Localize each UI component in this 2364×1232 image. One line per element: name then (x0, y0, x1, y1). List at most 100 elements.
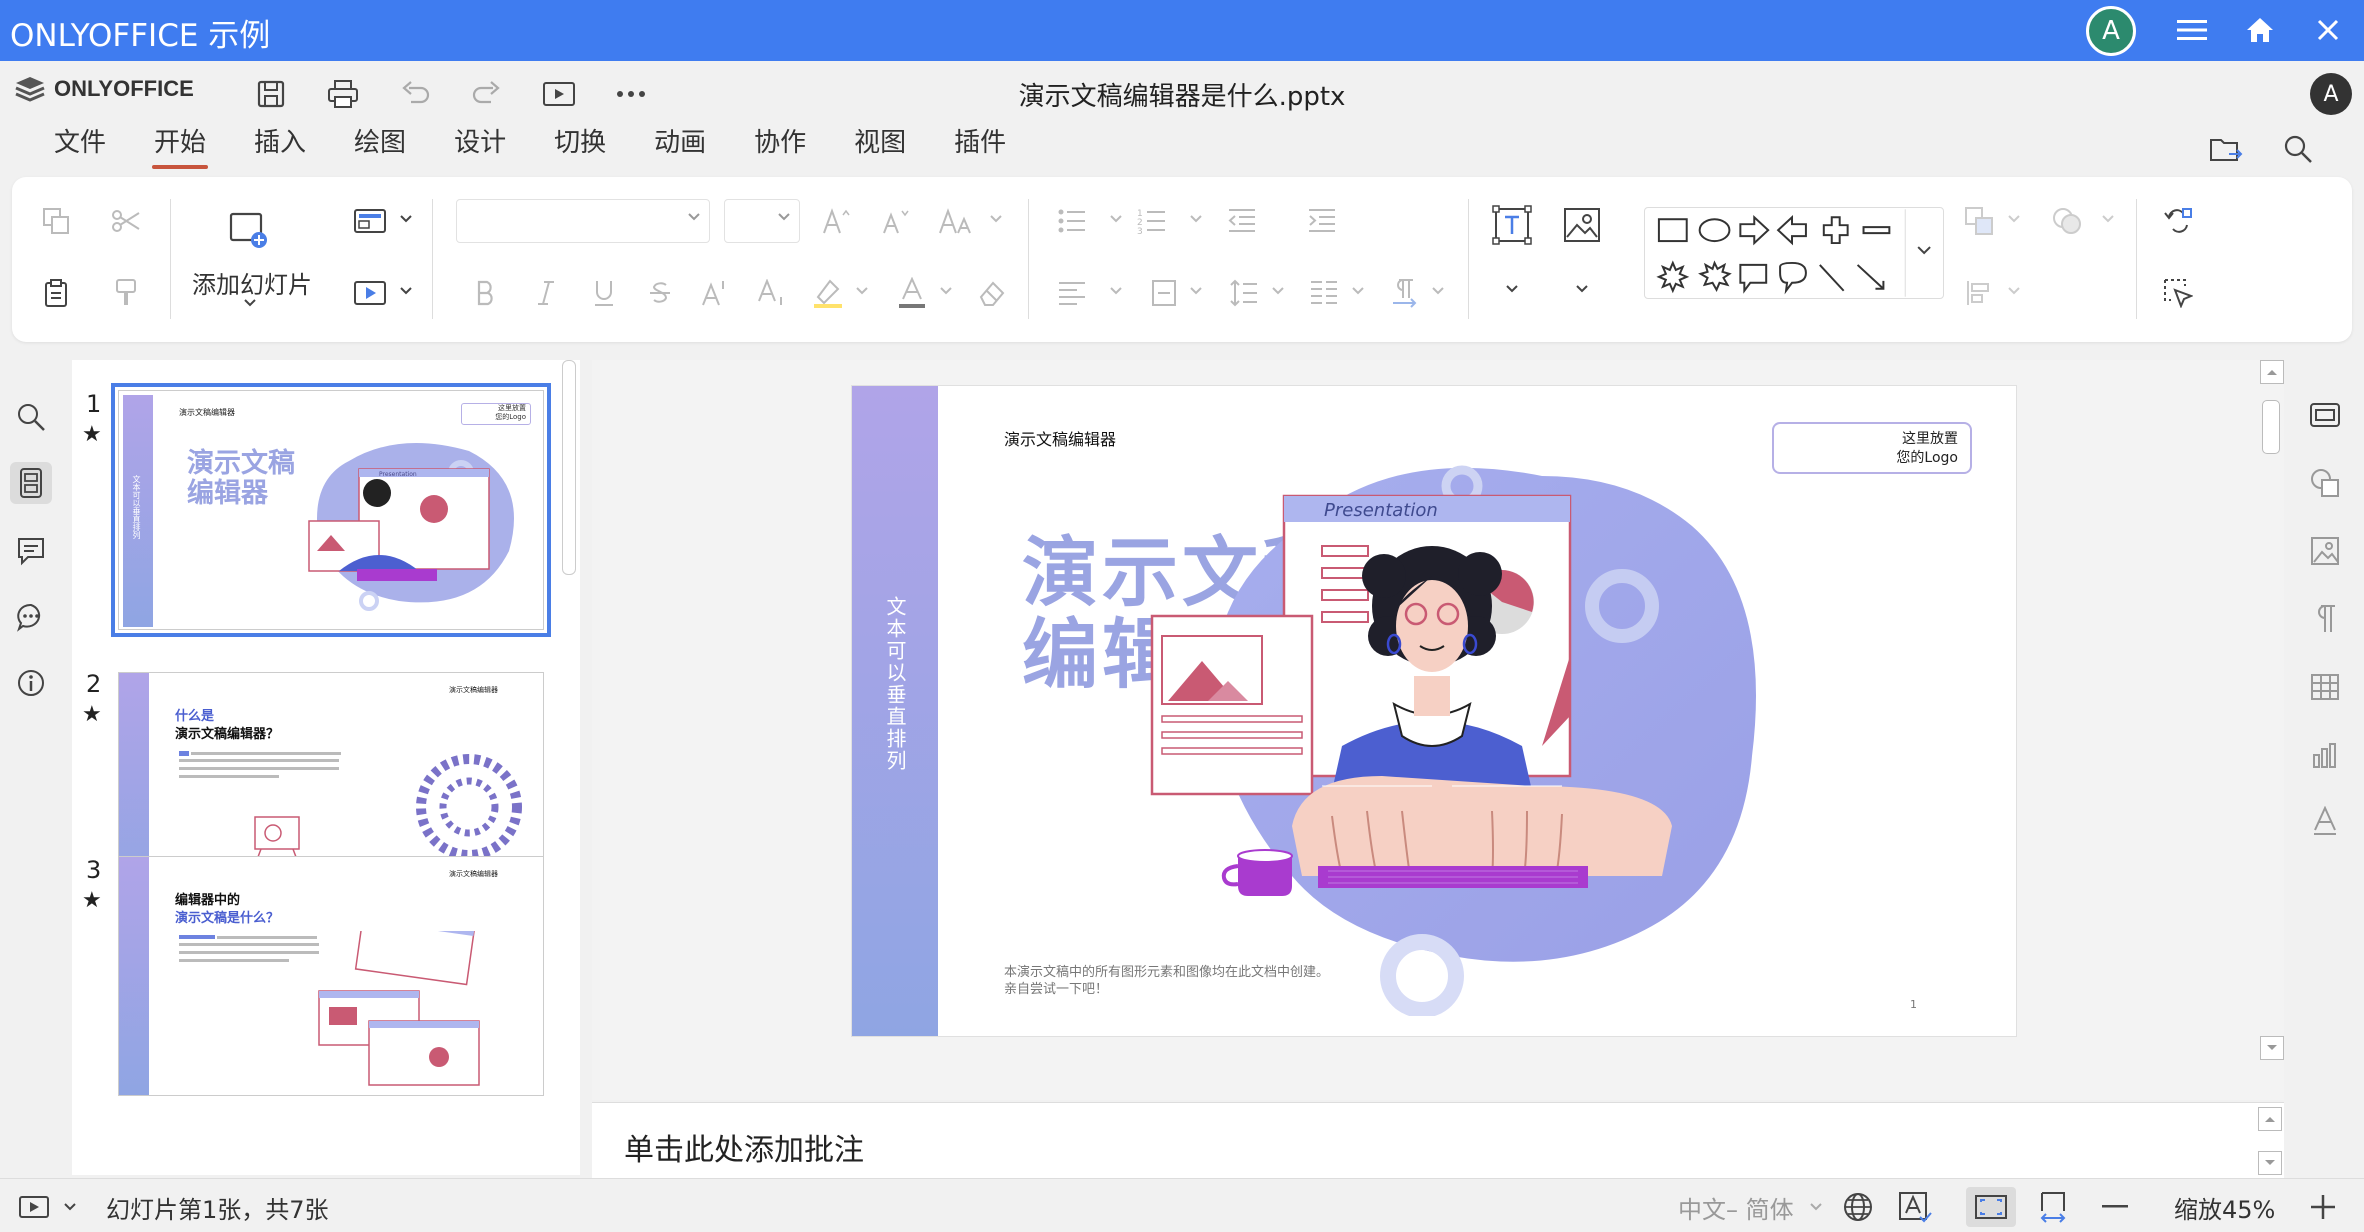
strikethrough-icon[interactable] (640, 273, 680, 313)
case-dropdown-icon[interactable] (988, 211, 1004, 227)
layout-dropdown-icon[interactable] (398, 211, 414, 227)
decrease-indent-icon[interactable] (1222, 201, 1262, 241)
tab-plugins[interactable]: 插件 (930, 123, 1030, 169)
language-dropdown-icon[interactable] (1810, 1187, 1822, 1227)
decrease-font-icon[interactable] (876, 201, 916, 241)
superscript-icon[interactable] (696, 273, 736, 313)
cut-icon[interactable] (106, 201, 146, 241)
tab-animation[interactable]: 动画 (630, 123, 730, 169)
tab-view[interactable]: 视图 (830, 123, 930, 169)
paste-icon[interactable] (36, 273, 76, 313)
columns-icon[interactable] (1304, 273, 1344, 313)
scroll-up-button[interactable] (2260, 360, 2284, 384)
font-size-select[interactable] (724, 199, 800, 243)
zoom-in-icon[interactable] (2310, 1187, 2336, 1227)
text-box-icon[interactable] (1488, 201, 1536, 249)
numbering-dropdown-icon[interactable] (1188, 211, 1204, 227)
group-dropdown-icon[interactable] (2100, 211, 2116, 227)
image-dropdown-icon[interactable] (1574, 281, 1590, 297)
slide-footer-text[interactable]: 本演示文稿中的所有图形元素和图像均在此文档中创建。 亲自尝试一下吧！ (1004, 964, 1329, 998)
tab-home[interactable]: 开始 (130, 123, 230, 169)
open-location-icon[interactable] (2204, 127, 2248, 171)
shapes-gallery[interactable] (1644, 207, 1944, 299)
tab-insert[interactable]: 插入 (230, 123, 330, 169)
globe-icon[interactable] (1842, 1187, 1874, 1227)
fit-width-icon[interactable] (2038, 1187, 2068, 1227)
bold-icon[interactable] (466, 273, 506, 313)
select-icon[interactable] (2158, 273, 2198, 313)
tab-draw[interactable]: 绘图 (330, 123, 430, 169)
tab-collaboration[interactable]: 协作 (730, 123, 830, 169)
fit-slide-icon[interactable] (1966, 1187, 2016, 1227)
search-icon[interactable] (2276, 127, 2320, 171)
add-slide-dropdown-icon[interactable] (242, 295, 258, 311)
vertical-align-dropdown-icon[interactable] (1188, 283, 1204, 299)
replace-icon[interactable] (2158, 201, 2198, 241)
chart-settings-icon[interactable] (2304, 734, 2346, 776)
tab-transitions[interactable]: 切换 (530, 123, 630, 169)
paragraph-settings-icon[interactable] (2304, 598, 2346, 640)
notes-placeholder[interactable]: 单击此处添加批注 (624, 1125, 864, 1169)
notes-scroll-up-button[interactable] (2258, 1107, 2282, 1131)
format-painter-icon[interactable] (106, 273, 146, 313)
shape-settings-icon[interactable] (2304, 462, 2346, 504)
subscript-icon[interactable] (752, 273, 792, 313)
home-icon[interactable] (2240, 10, 2280, 50)
slide-small-title[interactable]: 演示文稿编辑器 (1004, 426, 1116, 450)
layout-icon[interactable] (348, 201, 392, 241)
slide-thumbnail-3[interactable]: 演示文稿编辑器 编辑器中的 演示文稿是什么？ (118, 856, 544, 1096)
image-icon[interactable] (1558, 201, 1606, 249)
text-direction-icon[interactable] (1384, 273, 1424, 313)
arrange-icon[interactable] (1960, 201, 2000, 241)
zoom-out-icon[interactable] (2102, 1187, 2128, 1227)
arrange-dropdown-icon[interactable] (2006, 211, 2022, 227)
scroll-thumb[interactable] (2262, 400, 2280, 454)
image-settings-icon[interactable] (2304, 530, 2346, 572)
slide-settings-icon[interactable] (2304, 394, 2346, 436)
slide-vertical-scrollbar[interactable] (2260, 360, 2284, 1100)
notes-scroll-down-button[interactable] (2258, 1151, 2282, 1175)
app-avatar[interactable]: A (2086, 6, 2136, 56)
slideshow-options-icon[interactable] (64, 1187, 76, 1227)
scroll-down-button[interactable] (2260, 1036, 2284, 1060)
zoom-level[interactable]: 缩放45% (2174, 1187, 2275, 1227)
spellcheck-icon[interactable] (1898, 1187, 1932, 1227)
add-slide-icon[interactable] (226, 207, 272, 253)
underline-icon[interactable] (584, 273, 624, 313)
clear-style-icon[interactable] (972, 273, 1012, 313)
tab-design[interactable]: 设计 (430, 123, 530, 169)
line-spacing-dropdown-icon[interactable] (1270, 283, 1286, 299)
highlight-icon[interactable] (808, 273, 848, 313)
slideshow-dropdown-icon[interactable] (398, 283, 414, 299)
user-avatar[interactable]: A (2310, 73, 2352, 115)
align-left-icon[interactable] (1052, 273, 1092, 313)
slide-thumbnail-1[interactable]: 文本可以垂直排列 演示文稿编辑器 这里放置 您的Logo 演示文稿 编辑器 Pres… (111, 383, 551, 637)
chat-icon[interactable] (10, 596, 52, 638)
language-select[interactable]: 中文– 简体 (1678, 1187, 1794, 1227)
search-panel-icon[interactable] (10, 396, 52, 438)
increase-font-icon[interactable] (816, 201, 856, 241)
menu-icon[interactable] (2172, 10, 2212, 50)
italic-icon[interactable] (526, 273, 566, 313)
panel-splitter[interactable] (584, 360, 592, 1175)
align-shapes-icon[interactable] (1960, 273, 2000, 313)
group-icon[interactable] (2048, 201, 2088, 241)
font-color-icon[interactable] (892, 273, 932, 313)
text-direction-dropdown-icon[interactable] (1430, 283, 1446, 299)
vertical-text[interactable]: 文本可以垂直排列 (880, 596, 910, 772)
align-dropdown-icon[interactable] (1108, 283, 1124, 299)
vertical-align-icon[interactable] (1144, 273, 1184, 313)
start-slideshow-icon[interactable] (348, 273, 392, 313)
copy-icon[interactable] (36, 201, 76, 241)
font-family-select[interactable] (456, 199, 710, 243)
thumbnails-scrollbar[interactable] (562, 360, 576, 575)
comments-icon[interactable] (10, 530, 52, 572)
bullets-dropdown-icon[interactable] (1108, 211, 1124, 227)
current-slide[interactable]: 文本可以垂直排列 演示文稿编辑器 这里放置 您的Logo 演示文稿 编辑器 Pr… (852, 386, 2016, 1036)
bullets-icon[interactable] (1052, 201, 1092, 241)
tab-file[interactable]: 文件 (30, 123, 130, 169)
align-shapes-dropdown-icon[interactable] (2006, 283, 2022, 299)
table-settings-icon[interactable] (2304, 666, 2346, 708)
change-case-icon[interactable] (936, 201, 976, 241)
columns-dropdown-icon[interactable] (1350, 283, 1366, 299)
